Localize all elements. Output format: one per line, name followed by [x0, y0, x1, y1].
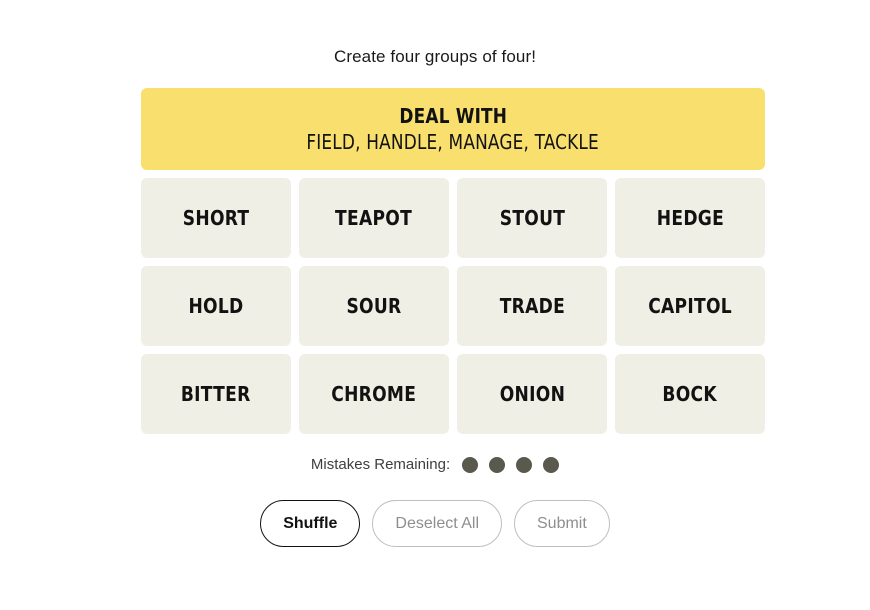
controls-row: Shuffle Deselect All Submit	[0, 500, 870, 547]
word-tile[interactable]: SHORT	[141, 178, 291, 258]
mistakes-remaining: Mistakes Remaining:	[0, 455, 870, 475]
tile-row: BITTER CHROME ONION BOCK	[141, 354, 765, 434]
mistake-dots	[462, 457, 560, 473]
word-tile[interactable]: CAPITOL	[615, 266, 765, 346]
mistake-dot	[489, 457, 506, 473]
word-tile-label: BITTER	[181, 382, 251, 406]
word-tile[interactable]: SOUR	[299, 266, 449, 346]
mistake-dot	[516, 457, 533, 473]
word-tile-label: HEDGE	[656, 206, 724, 230]
word-tile-label: CAPITOL	[648, 294, 732, 318]
word-tile-label: TEAPOT	[335, 206, 413, 230]
submit-button[interactable]: Submit	[514, 500, 610, 547]
tile-row: HOLD SOUR TRADE CAPITOL	[141, 266, 765, 346]
mistakes-label: Mistakes Remaining:	[310, 456, 451, 473]
word-tile-label: ONION	[499, 382, 565, 406]
deselect-all-button[interactable]: Deselect All	[372, 500, 502, 547]
puzzle-board: DEAL WITH FIELD, HANDLE, MANAGE, TACKLE S…	[141, 88, 765, 442]
solved-group-members: FIELD, HANDLE, MANAGE, TACKLE	[306, 129, 600, 154]
connections-game: Create four groups of four! DEAL WITH FIE…	[0, 0, 870, 610]
tile-grid: SHORT TEAPOT STOUT HEDGE HOLD SOUR TRADE CAPITO…	[141, 178, 765, 434]
page-title: Create four groups of four!	[333, 47, 537, 66]
solved-group-category: DEAL WITH	[399, 103, 507, 128]
word-tile[interactable]: ONION	[457, 354, 607, 434]
word-tile-label: STOUT	[499, 206, 565, 230]
word-tile-label: CHROME	[331, 382, 417, 406]
word-tile[interactable]: TRADE	[457, 266, 607, 346]
solved-groups: DEAL WITH FIELD, HANDLE, MANAGE, TACKLE	[141, 88, 765, 170]
word-tile[interactable]: CHROME	[299, 354, 449, 434]
word-tile[interactable]: BOCK	[615, 354, 765, 434]
solved-group: DEAL WITH FIELD, HANDLE, MANAGE, TACKLE	[141, 88, 765, 170]
word-tile-label: SHORT	[182, 206, 250, 230]
word-tile[interactable]: HOLD	[141, 266, 291, 346]
word-tile[interactable]: HEDGE	[615, 178, 765, 258]
word-tile[interactable]: BITTER	[141, 354, 291, 434]
mistake-dot	[462, 457, 479, 473]
tile-row: SHORT TEAPOT STOUT HEDGE	[141, 178, 765, 258]
shuffle-button[interactable]: Shuffle	[260, 500, 361, 547]
mistake-dot	[543, 457, 560, 473]
word-tile-label: TRADE	[499, 294, 565, 318]
word-tile-label: HOLD	[188, 294, 244, 318]
word-tile[interactable]: STOUT	[457, 178, 607, 258]
word-tile[interactable]: TEAPOT	[299, 178, 449, 258]
word-tile-label: BOCK	[662, 382, 718, 406]
word-tile-label: SOUR	[346, 294, 402, 318]
